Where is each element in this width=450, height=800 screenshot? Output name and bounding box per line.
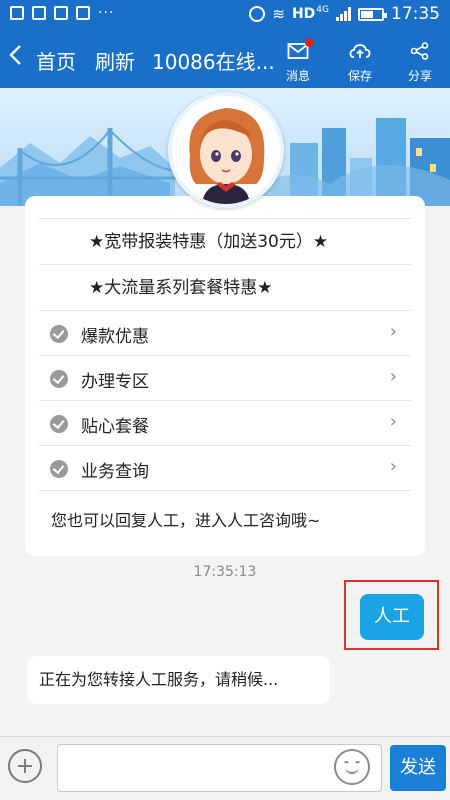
check-circle-icon: [50, 415, 68, 433]
image-notification-icon: [54, 6, 68, 20]
menu-item-inquiry[interactable]: 业务查询 ›: [39, 445, 411, 490]
network-gen: 4G: [316, 5, 329, 15]
notification-icons: ···: [10, 6, 114, 20]
message-button[interactable]: 消息: [276, 38, 320, 84]
message-timestamp: 17:35:13: [193, 564, 257, 580]
back-button[interactable]: [8, 44, 22, 72]
message-label: 消息: [285, 69, 310, 83]
status-time: 17:35: [391, 4, 440, 24]
home-link[interactable]: 首页: [36, 46, 76, 75]
chevron-right-icon: ›: [389, 456, 397, 477]
grid-notification-icon: [32, 6, 46, 20]
promo-data-plan-link[interactable]: ★大流量系列套餐特惠★: [39, 264, 411, 310]
status-right: ≋ HD 4G 17:35: [249, 4, 440, 24]
share-label: 分享: [407, 69, 432, 83]
outgoing-message-bubble[interactable]: 人工: [360, 594, 424, 640]
battery-icon: [358, 7, 387, 21]
chevron-right-icon: ›: [389, 411, 397, 432]
nav-bar: 首页 刷新 10086在线... 消息 保存 分享: [0, 32, 450, 88]
chevron-right-icon: ›: [389, 321, 397, 342]
menu-item-packages[interactable]: 贴心套餐 ›: [39, 400, 411, 445]
menu-item-label: 办理专区: [81, 372, 149, 392]
check-circle-icon: [50, 460, 68, 478]
divider: [39, 490, 411, 491]
menu-item-label: 爆款优惠: [81, 327, 149, 347]
chevron-right-icon: ›: [389, 366, 397, 387]
chevron-left-icon: [9, 45, 21, 65]
wifi-icon: ≋: [272, 5, 285, 23]
save-label: 保存: [347, 69, 372, 83]
send-button[interactable]: 发送: [390, 745, 446, 791]
emoji-button[interactable]: [334, 749, 370, 785]
signal-icon: [336, 7, 351, 21]
promo-broadband-link[interactable]: ★宽带报装特惠（加送30元）★: [39, 218, 411, 264]
app-notification-icon: [76, 6, 90, 20]
menu-item-label: 贴心套餐: [81, 417, 149, 437]
check-circle-icon: [50, 325, 68, 343]
status-bar: ··· ≋ HD 4G 17:35: [0, 0, 450, 32]
menu-item-hot-deals[interactable]: 爆款优惠 ›: [39, 310, 411, 355]
unread-badge: [305, 38, 314, 47]
incoming-message-bubble: 正在为您转接人工服务，请稍候...: [27, 656, 330, 704]
menu-item-label: 业务查询: [81, 462, 149, 482]
cloud-upload-icon: [349, 44, 371, 58]
save-button[interactable]: 保存: [338, 40, 382, 84]
more-dots-icon: ···: [98, 5, 115, 21]
page-title: 10086在线...: [152, 50, 275, 74]
avatar: [168, 92, 284, 208]
menu-card: ★宽带报装特惠（加送30元）★ ★大流量系列套餐特惠★ 爆款优惠 › 办理专区 …: [25, 196, 425, 556]
menu-item-service-zone[interactable]: 办理专区 ›: [39, 355, 411, 400]
card-footer-text: 您也可以回复人工，进入人工咨询哦~: [51, 511, 321, 530]
network-type: HD: [291, 6, 316, 22]
emoji-mouth: [345, 764, 359, 774]
check-circle-icon: [50, 370, 68, 388]
share-button[interactable]: 分享: [398, 40, 442, 84]
alarm-icon: [249, 6, 266, 22]
share-icon: [410, 42, 429, 60]
input-bar: 发送: [0, 736, 450, 800]
refresh-link[interactable]: 刷新: [95, 46, 135, 75]
add-attachment-button[interactable]: [8, 749, 42, 783]
message-notification-icon: [10, 6, 24, 20]
assistant-avatar-illustration: [172, 96, 280, 204]
